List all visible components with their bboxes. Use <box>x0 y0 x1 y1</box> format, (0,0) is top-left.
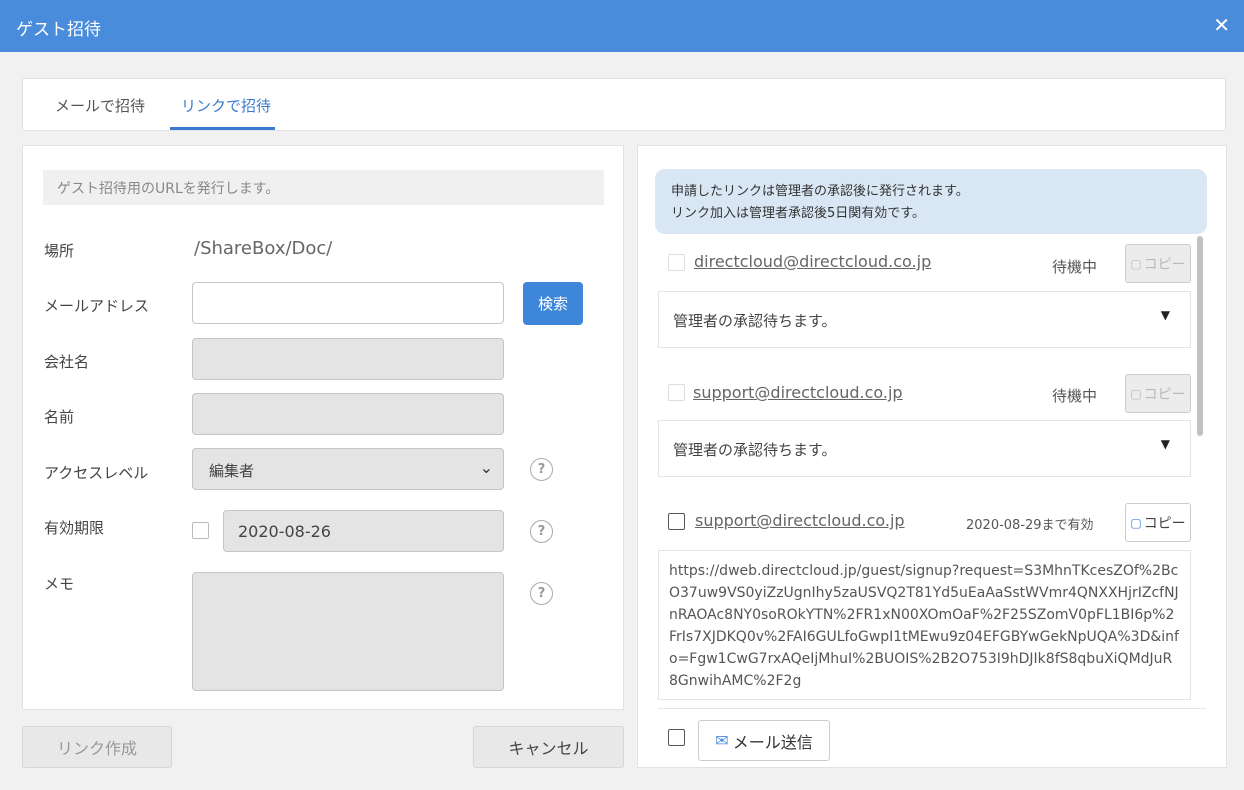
link-item-message[interactable]: 管理者の承認待ちます。 ▼ <box>658 291 1191 348</box>
link-item-email[interactable]: support@directcloud.co.jp <box>695 511 905 530</box>
link-item-checkbox[interactable] <box>668 254 685 271</box>
copy-label: コピー <box>1143 256 1186 273</box>
email-field[interactable] <box>192 282 504 324</box>
message-text: 管理者の承認待ちます。 <box>673 441 837 459</box>
link-item-status: 待機中 <box>1052 258 1098 276</box>
caret-down-icon: ▼ <box>1160 308 1170 322</box>
cancel-button[interactable]: キャンセル <box>473 726 624 768</box>
tab-email-invite[interactable]: メールで招待 <box>55 95 145 116</box>
help-icon[interactable]: ? <box>530 582 553 605</box>
company-label: 会社名 <box>44 353 90 371</box>
copy-button[interactable]: ▢ コピー <box>1125 374 1191 413</box>
select-all-checkbox[interactable] <box>668 729 685 746</box>
active-tab-indicator <box>170 127 275 130</box>
copy-icon: ▢ <box>1130 386 1142 401</box>
expiry-date-field[interactable]: 2020-08-26 <box>223 510 504 552</box>
copy-icon: ▢ <box>1130 515 1142 530</box>
location-value: /ShareBox/Doc/ <box>194 238 333 259</box>
location-label: 場所 <box>44 242 75 260</box>
name-field[interactable] <box>192 393 504 435</box>
company-field[interactable] <box>192 338 504 380</box>
create-link-button[interactable]: リンク作成 <box>22 726 172 768</box>
expiry-checkbox[interactable] <box>192 522 209 539</box>
dialog-titlebar: ゲスト招待 ✕ <box>0 0 1244 52</box>
caret-down-icon: ▼ <box>1160 437 1170 451</box>
copy-button[interactable]: ▢ コピー <box>1125 244 1191 283</box>
search-button[interactable]: 検索 <box>523 282 583 325</box>
invite-url-text[interactable]: https://dweb.directcloud.jp/guest/signup… <box>658 550 1191 700</box>
expiry-date-value: 2020-08-26 <box>238 522 331 541</box>
email-label: メールアドレス <box>44 297 150 315</box>
message-text: 管理者の承認待ちます。 <box>673 312 837 330</box>
info-line-1: 申請したリンクは管理者の承認後に発行されます。 <box>671 184 969 199</box>
link-item-email[interactable]: directcloud@directcloud.co.jp <box>694 252 931 271</box>
link-item-status: 2020-08-29まで有効 <box>966 518 1094 533</box>
access-level-label: アクセスレベル <box>44 464 149 482</box>
send-mail-label: メール送信 <box>732 732 813 752</box>
dialog-title: ゲスト招待 <box>16 20 101 40</box>
send-mail-button[interactable]: ✉ メール送信 <box>698 720 830 761</box>
scrollbar-thumb[interactable] <box>1197 236 1203 436</box>
tab-link-invite[interactable]: リンクで招待 <box>181 95 271 116</box>
info-line-2: リンク加入は管理者承認後5日関有効です。 <box>671 206 925 221</box>
copy-label: コピー <box>1143 386 1186 403</box>
memo-field[interactable] <box>192 572 504 691</box>
close-icon[interactable]: ✕ <box>1213 13 1230 37</box>
issued-links-panel: 申請したリンクは管理者の承認後に発行されます。 リンク加入は管理者承認後5日関有… <box>637 145 1227 768</box>
form-note: ゲスト招待用のURLを発行します。 <box>43 170 604 205</box>
copy-button[interactable]: ▢ コピー <box>1125 503 1191 542</box>
chevron-down-icon: ⌄ <box>479 458 493 477</box>
help-icon[interactable]: ? <box>530 458 553 481</box>
link-item-status: 待機中 <box>1052 387 1098 405</box>
access-level-value: 編集者 <box>209 462 255 480</box>
copy-label: コピー <box>1143 515 1186 532</box>
invite-form-panel: ゲスト招待用のURLを発行します。 場所 /ShareBox/Doc/ メールア… <box>22 145 624 710</box>
help-icon[interactable]: ? <box>530 520 553 543</box>
link-item-message[interactable]: 管理者の承認待ちます。 ▼ <box>658 420 1191 477</box>
expiry-label: 有効期限 <box>44 519 105 537</box>
tab-bar: メールで招待 リンクで招待 <box>22 78 1226 131</box>
copy-icon: ▢ <box>1130 256 1142 271</box>
info-message: 申請したリンクは管理者の承認後に発行されます。 リンク加入は管理者承認後5日関有… <box>655 169 1207 234</box>
divider <box>658 708 1206 709</box>
link-item-checkbox[interactable] <box>668 513 685 530</box>
mail-icon: ✉ <box>715 731 729 750</box>
access-level-select[interactable]: 編集者 ⌄ <box>192 448 504 490</box>
link-item-email[interactable]: support@directcloud.co.jp <box>693 383 903 402</box>
link-item-checkbox[interactable] <box>668 384 685 401</box>
name-label: 名前 <box>44 408 75 426</box>
memo-label: メモ <box>44 575 75 593</box>
